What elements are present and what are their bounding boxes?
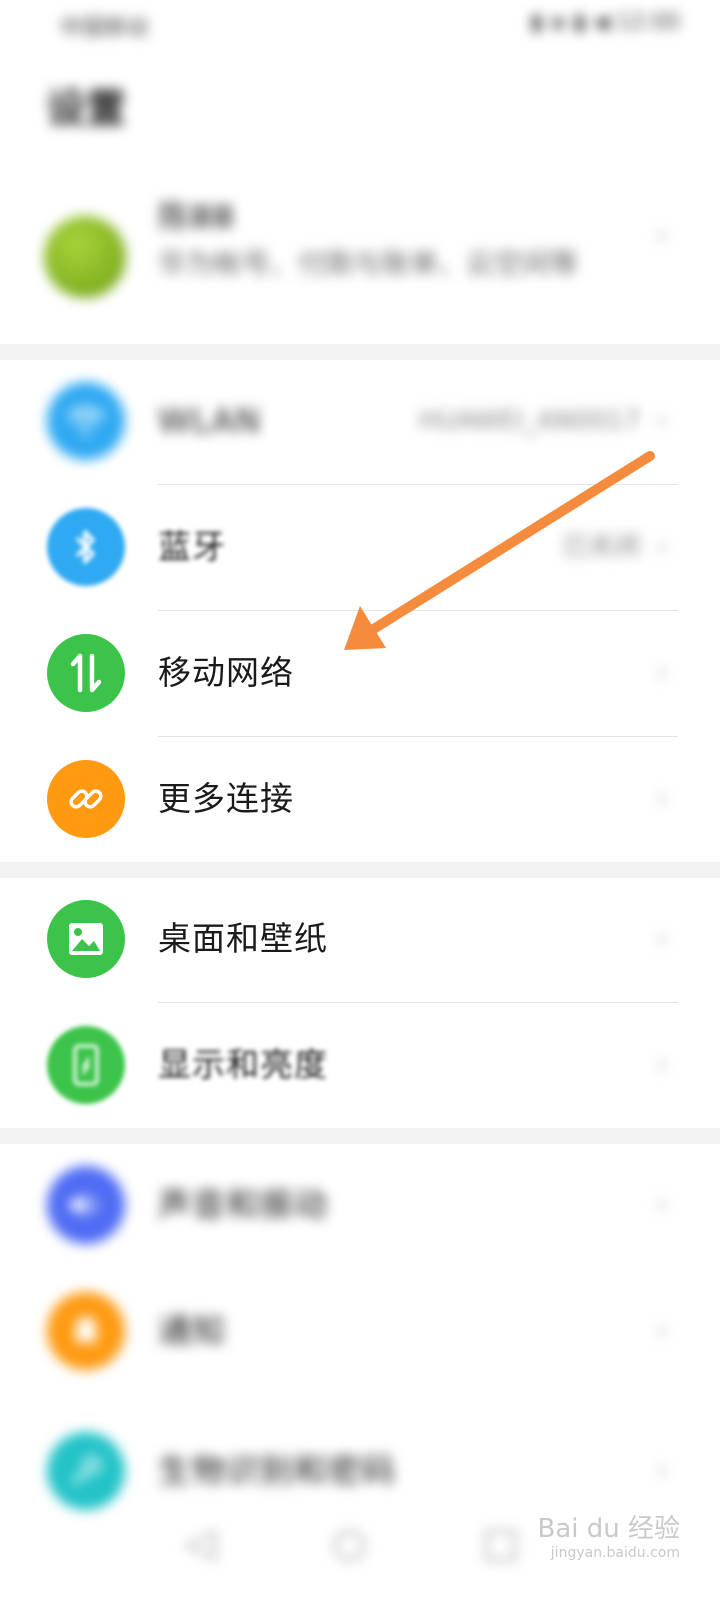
account-description: 华为帐号、付款与账单、云空间等 (158, 247, 579, 280)
image-icon (47, 900, 125, 978)
back-icon[interactable]: ◁ (185, 1520, 216, 1566)
account-card[interactable]: 陈ⅢⅢ 华为帐号、付款与账单、云空间等 › (0, 178, 720, 338)
settings-item-wlan[interactable]: WLAN HUAWEI_AN0017 › (0, 358, 720, 484)
settings-item-label: 桌面和壁纸 (158, 919, 328, 958)
settings-item-wallpaper[interactable]: 桌面和壁纸 › (0, 876, 720, 1002)
home-icon[interactable]: ○ (332, 1520, 367, 1566)
wlan-value: HUAWEI_AN0017 (418, 406, 640, 436)
settings-item-display[interactable]: 显示和亮度 › (0, 1002, 720, 1128)
status-icons: ▮ ◈ ▮ ◀ 12:00 (530, 10, 680, 35)
settings-item-label: 更多连接 (158, 779, 294, 818)
speaker-icon (47, 1166, 125, 1244)
chevron-right-icon: › (656, 218, 668, 253)
mobile-data-icon (47, 634, 125, 712)
watermark-brand: Bai du 经验 (537, 1514, 680, 1544)
chevron-right-icon: › (656, 1187, 668, 1222)
chevron-right-icon: › (656, 921, 668, 956)
bell-icon (47, 1292, 125, 1370)
watermark-url: jingyan.baidu.com (550, 1545, 680, 1561)
phone-brightness-icon (47, 1026, 125, 1104)
chevron-right-icon: › (656, 1047, 668, 1082)
settings-item-label: 蓝牙 (158, 527, 226, 566)
settings-item-mobile-network[interactable]: 移动网络 › (0, 610, 720, 736)
link-icon (47, 760, 125, 838)
settings-item-notifications[interactable]: 通知 › (0, 1268, 720, 1394)
chevron-right-icon: › (656, 1313, 668, 1348)
wifi-icon (47, 382, 125, 460)
settings-item-label: WLAN (158, 401, 262, 440)
baidu-jingyan-watermark: Bai du 经验 jingyan.baidu.com (537, 1508, 680, 1561)
bluetooth-icon (47, 508, 125, 586)
settings-item-label: 通知 (158, 1311, 226, 1350)
chevron-right-icon: › (656, 781, 668, 816)
recent-apps-icon[interactable]: □ (482, 1520, 520, 1566)
key-icon (47, 1432, 125, 1510)
settings-item-label: 移动网络 (158, 653, 294, 692)
settings-item-label: 显示和亮度 (158, 1045, 328, 1084)
chevron-right-icon: › (656, 403, 668, 438)
settings-item-sound[interactable]: 声音和振动 › (0, 1142, 720, 1268)
settings-item-label: 声音和振动 (158, 1185, 328, 1224)
avatar (44, 216, 126, 298)
status-bar: 中国移动 ▮ ◈ ▮ ◀ 12:00 (0, 0, 720, 52)
page-title: 设置 (46, 86, 126, 132)
bluetooth-value: 已关闭 (561, 532, 640, 562)
settings-item-bluetooth[interactable]: 蓝牙 已关闭 › (0, 484, 720, 610)
account-name: 陈ⅢⅢ (158, 198, 235, 236)
carrier-text: 中国移动 (60, 16, 149, 41)
settings-item-more-connections[interactable]: 更多连接 › (0, 736, 720, 862)
chevron-right-icon: › (656, 529, 668, 564)
chevron-right-icon: › (656, 655, 668, 690)
